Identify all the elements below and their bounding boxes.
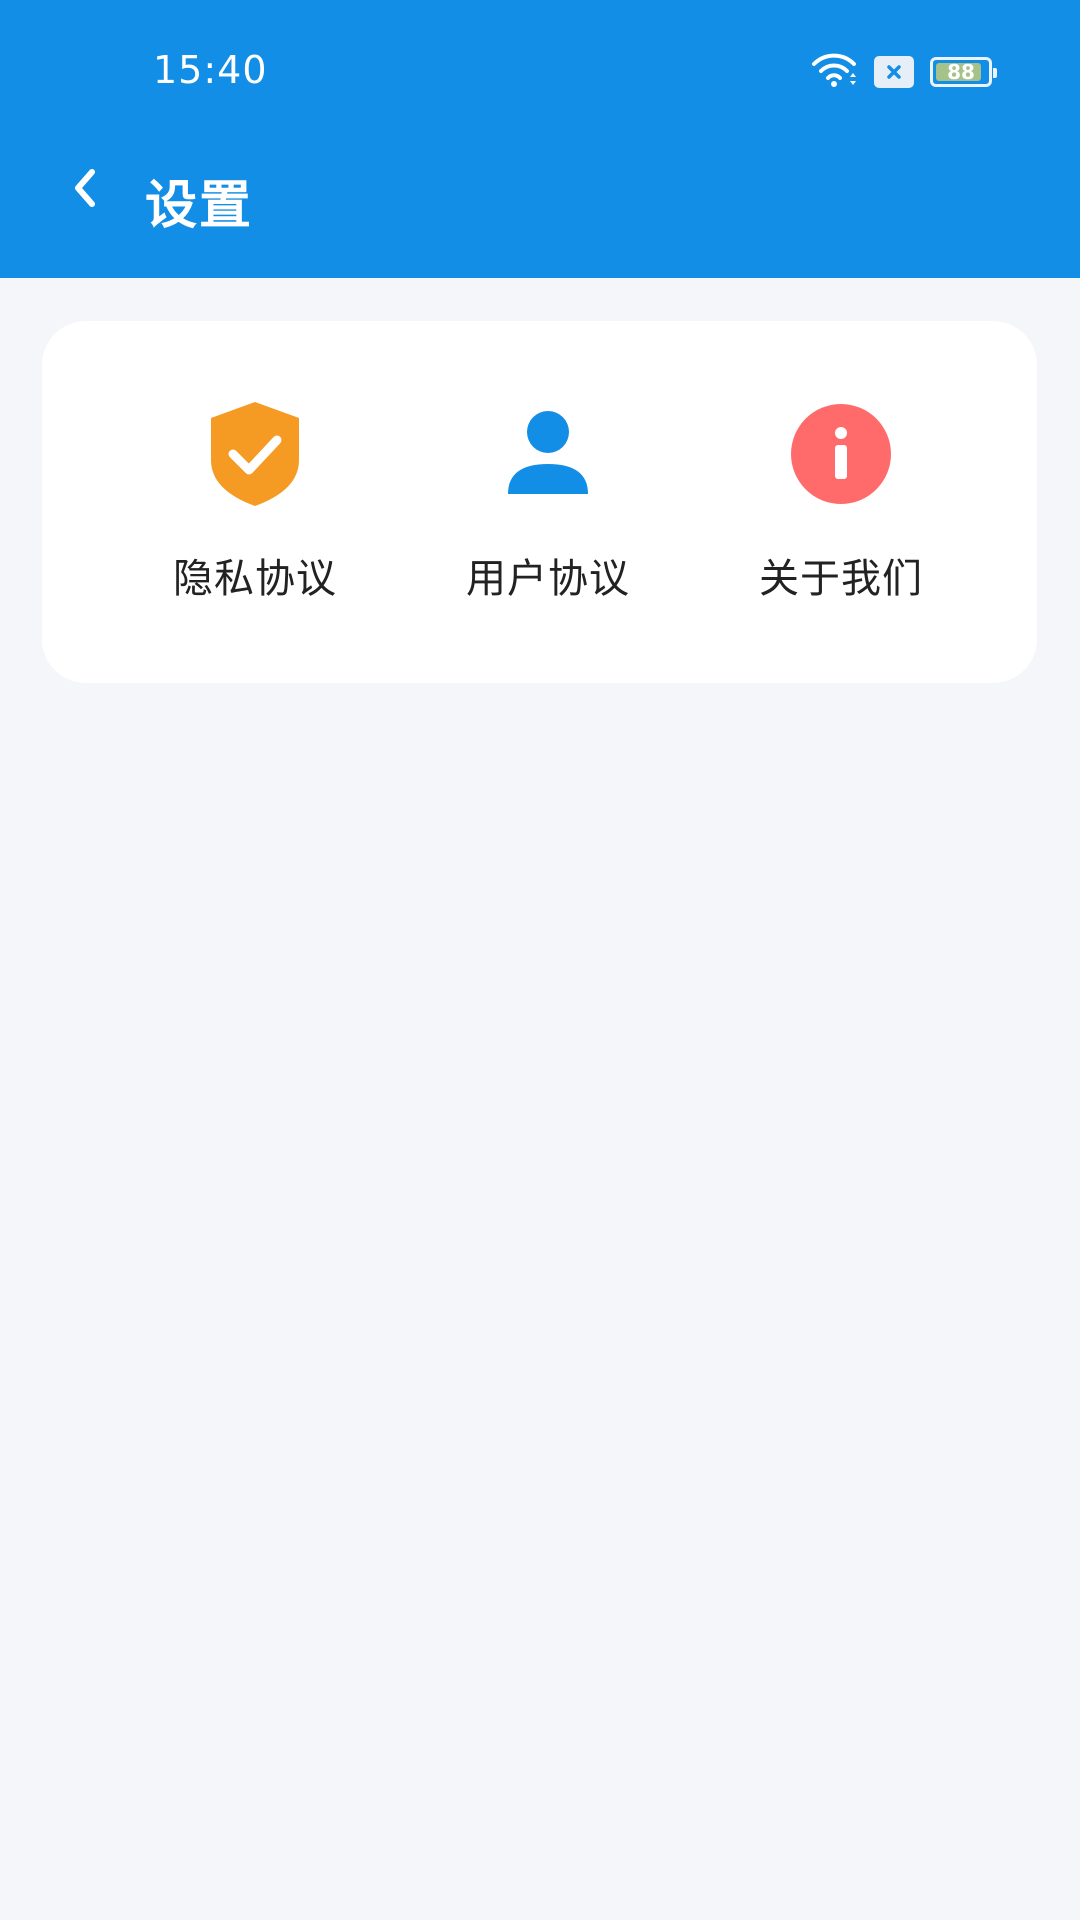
wifi-icon <box>810 51 858 93</box>
info-icon <box>786 399 896 509</box>
settings-card: 隐私协议 用户协议 关于我们 <box>42 321 1037 683</box>
status-time: 15:40 <box>153 48 268 92</box>
app-header: 15:40 88 设置 <box>0 0 1080 278</box>
battery-level: 88 <box>947 60 975 84</box>
page-title: 设置 <box>145 176 254 236</box>
user-agreement-label: 用户协议 <box>466 556 630 602</box>
privacy-policy-item[interactable]: 隐私协议 <box>155 321 355 683</box>
chevron-left-icon <box>70 168 100 212</box>
no-sim-icon <box>874 56 914 88</box>
back-button[interactable] <box>55 160 115 220</box>
settings-grid: 隐私协议 用户协议 关于我们 <box>42 321 1037 683</box>
shield-check-icon <box>200 399 310 509</box>
about-us-item[interactable]: 关于我们 <box>741 321 941 683</box>
about-us-label: 关于我们 <box>759 556 923 602</box>
status-icons: 88 <box>810 51 997 93</box>
privacy-policy-label: 隐私协议 <box>173 556 337 602</box>
user-agreement-item[interactable]: 用户协议 <box>448 321 648 683</box>
battery-icon: 88 <box>930 57 997 87</box>
user-icon <box>493 399 603 509</box>
